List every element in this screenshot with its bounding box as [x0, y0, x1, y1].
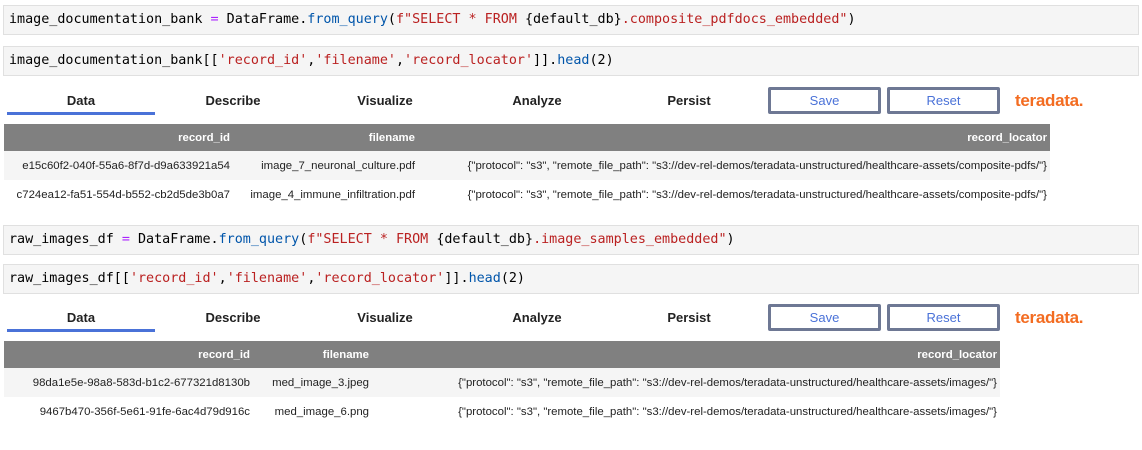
- code-obj: DataFrame.: [226, 12, 308, 27]
- code-op: =: [202, 12, 227, 27]
- code-str: 'record_id': [129, 271, 219, 286]
- cell: med_image_6.png: [274, 405, 369, 418]
- table-row: c724ea12-fa51-554d-b552-cb2d5de3b0a7 imag…: [4, 180, 1050, 209]
- tab-analyze[interactable]: Analyze: [461, 310, 613, 325]
- code-paren: (: [387, 12, 396, 27]
- table-row: e15c60f2-040f-55a6-8f7d-d9a633921a54 imag…: [4, 151, 1050, 180]
- column-header: record_id: [4, 341, 253, 368]
- code-fn: head: [468, 271, 501, 286]
- code-var: image_documentation_bank[[: [9, 53, 219, 68]
- tab-describe[interactable]: Describe: [157, 310, 309, 325]
- code-cell-3[interactable]: raw_images_df = DataFrame.from_query(f"S…: [3, 225, 1139, 255]
- code-str: 'record_locator': [315, 271, 445, 286]
- tab-analyze[interactable]: Analyze: [461, 93, 613, 108]
- column-header: filename: [233, 124, 418, 151]
- tab-visualize[interactable]: Visualize: [309, 310, 461, 325]
- code-paren: ): [726, 232, 735, 247]
- save-button[interactable]: Save: [768, 87, 881, 114]
- code-var: image_documentation_bank: [9, 12, 203, 27]
- save-button[interactable]: Save: [768, 304, 881, 331]
- code-str: .composite_pdfdocs_embedded": [621, 12, 848, 27]
- cell: c724ea12-fa51-554d-b552-cb2d5de3b0a7: [16, 188, 230, 201]
- code-op: =: [113, 232, 138, 247]
- code-fn: from_query: [218, 232, 300, 247]
- dataframe-widget-2: Data Describe Visualize Analyze Persist …: [0, 302, 1142, 418]
- tab-persist[interactable]: Persist: [613, 310, 765, 325]
- code-fn: from_query: [307, 12, 388, 27]
- column-header: record_locator: [418, 124, 1050, 151]
- tab-data[interactable]: Data: [5, 93, 157, 108]
- code-str: 'filename': [315, 53, 396, 68]
- code-punct: ]].: [533, 53, 558, 68]
- table-header: record_id filename record_locator: [4, 341, 1000, 368]
- table-row: 98da1e5e-98a8-583d-b1c2-677321d8130b med_…: [4, 368, 1000, 397]
- code-str: 'filename': [226, 271, 308, 286]
- cell: med_image_3.jpeg: [253, 368, 372, 397]
- cell: {"protocol": "s3", "remote_file_path": "…: [372, 368, 1000, 397]
- code-cell-4[interactable]: raw_images_df[['record_id','filename','r…: [3, 264, 1139, 294]
- tab-visualize[interactable]: Visualize: [309, 93, 461, 108]
- code-interp: {default_db}: [436, 232, 534, 247]
- code-str: .image_samples_embedded": [533, 232, 727, 247]
- dataframe-widget-1: Data Describe Visualize Analyze Persist …: [0, 85, 1142, 201]
- cell: 9467b470-356f-5e61-91fe-6ac4d79d916c: [39, 405, 250, 418]
- code-paren: ): [847, 12, 856, 27]
- table-row: 9467b470-356f-5e61-91fe-6ac4d79d916c med_…: [4, 397, 1000, 426]
- code-str: f"SELECT * FROM: [395, 12, 525, 27]
- code-str: f"SELECT * FROM: [307, 232, 437, 247]
- code-comma: ,: [395, 53, 405, 68]
- code-punct: ]].: [444, 271, 469, 286]
- cell: 98da1e5e-98a8-583d-b1c2-677321d8130b: [4, 368, 253, 397]
- code-cell-2[interactable]: image_documentation_bank[['record_id','f…: [3, 46, 1139, 76]
- tab-persist[interactable]: Persist: [613, 93, 765, 108]
- cell: e15c60f2-040f-55a6-8f7d-d9a633921a54: [4, 151, 233, 180]
- teradata-logo: teradata.: [1015, 91, 1084, 110]
- tab-describe[interactable]: Describe: [157, 93, 309, 108]
- reset-button[interactable]: Reset: [887, 87, 1000, 114]
- reset-button[interactable]: Reset: [887, 304, 1000, 331]
- tab-data[interactable]: Data: [5, 310, 157, 325]
- code-var: raw_images_df: [9, 232, 114, 247]
- code-interp: {default_db}: [524, 12, 622, 27]
- teradata-logo: teradata.: [1015, 308, 1084, 327]
- data-table: record_id filename record_locator e15c60f2…: [4, 124, 1050, 209]
- code-args: (2): [500, 271, 525, 286]
- code-fn: head: [557, 53, 590, 68]
- cell: {"protocol": "s3", "remote_file_path": "…: [467, 188, 1047, 201]
- table-header: record_id filename record_locator: [4, 124, 1050, 151]
- code-args: (2): [589, 53, 614, 68]
- active-tab-indicator: [7, 112, 155, 115]
- code-cell-1[interactable]: image_documentation_bank = DataFrame.fro…: [3, 5, 1139, 35]
- cell: {"protocol": "s3", "remote_file_path": "…: [458, 405, 997, 418]
- code-comma: ,: [218, 271, 227, 286]
- cell: {"protocol": "s3", "remote_file_path": "…: [418, 151, 1050, 180]
- column-header: filename: [253, 341, 372, 368]
- data-table: record_id filename record_locator 98da1e5e…: [4, 341, 1000, 426]
- code-obj: DataFrame.: [138, 232, 219, 247]
- cell: image_7_neuronal_culture.pdf: [233, 151, 418, 180]
- active-tab-indicator: [7, 329, 155, 332]
- column-header: record_id: [4, 124, 233, 151]
- code-var: raw_images_df[[: [9, 271, 130, 286]
- code-str: 'record_locator': [404, 53, 534, 68]
- code-str: 'record_id': [218, 53, 308, 68]
- column-header: record_locator: [372, 341, 1000, 368]
- cell: image_4_immune_infiltration.pdf: [250, 188, 415, 201]
